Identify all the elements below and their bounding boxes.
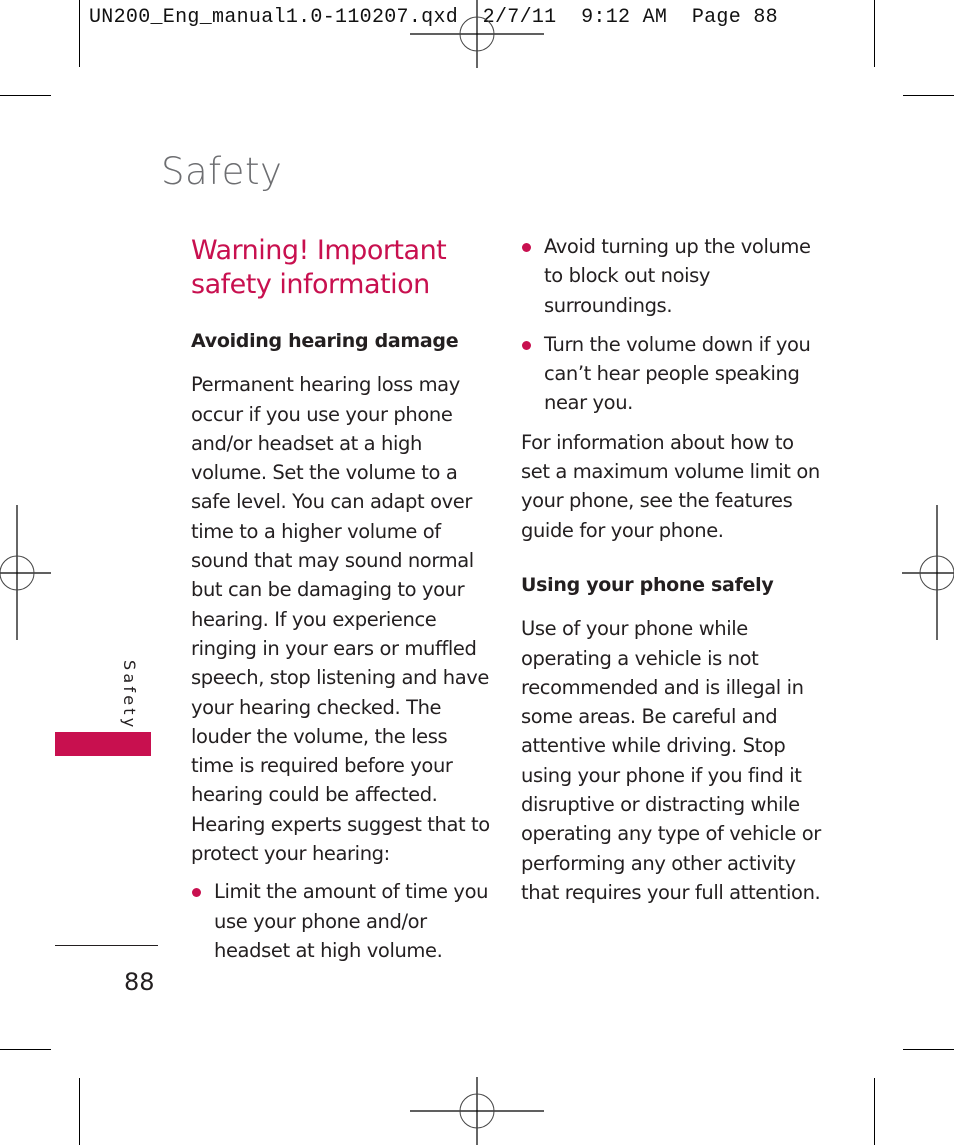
side-tab-label: Safety — [113, 660, 139, 731]
registration-mark-bottom — [410, 1077, 544, 1145]
page-number: 88 — [124, 968, 155, 996]
bullet-icon — [192, 888, 201, 898]
hearing-paragraph: Permanent hearing loss may occur if you … — [191, 373, 490, 866]
bullet-icon — [522, 340, 531, 350]
crop-mark-top-left-horizontal — [0, 95, 51, 96]
section-heading: Warning! Important safety information — [191, 234, 447, 302]
crop-mark-top-right-horizontal — [903, 95, 954, 96]
right-column: Avoid turning up the volume to block out… — [521, 232, 821, 907]
slug-filename: UN200_Eng_manual1.0-110207.qxd — [89, 6, 459, 29]
side-tab-text: Safety — [120, 660, 139, 731]
crop-mark-bottom-left-horizontal — [0, 1049, 51, 1050]
side-tab-bar — [55, 732, 151, 756]
registration-mark-top — [410, 0, 544, 68]
volume-limit-paragraph: For information about how to set a maxim… — [521, 430, 820, 542]
bullet-icon — [522, 243, 531, 252]
section-heading-line-2: safety information — [191, 269, 430, 300]
page-title: Safety — [161, 150, 283, 193]
crop-mark-bottom-right-vertical — [874, 1078, 875, 1145]
list-item: Avoid turning up the volume to block out… — [521, 232, 821, 320]
registration-mark-left — [0, 505, 51, 640]
crop-mark-bottom-right-horizontal — [903, 1049, 954, 1050]
crop-mark-top-left-vertical — [79, 0, 80, 67]
subheading-hearing: Avoiding hearing damage — [191, 330, 459, 352]
crop-mark-bottom-left-vertical — [79, 1078, 80, 1145]
list-item: Limit the amount of time you use your ph… — [191, 877, 491, 965]
left-column: Avoiding hearing damage Permanent hearin… — [191, 327, 491, 975]
bullet-text: Limit the amount of time you use your ph… — [214, 880, 489, 962]
hearing-bullets-right: Avoid turning up the volume to block out… — [521, 232, 821, 418]
registration-mark-right — [902, 505, 954, 640]
list-item: Turn the volume down if you can’t hear p… — [521, 330, 821, 418]
section-heading-line-1: Warning! Important — [191, 235, 447, 266]
slug-page: Page 88 — [691, 6, 778, 29]
bullet-text: Turn the volume down if you can’t hear p… — [544, 332, 811, 415]
slug-time: 9:12 AM — [581, 6, 668, 29]
subheading-driving: Using your phone safely — [521, 573, 774, 596]
footer-rule — [55, 945, 158, 946]
bullet-text: Avoid turning up the volume to block out… — [544, 235, 811, 317]
crop-mark-top-right-vertical — [874, 0, 875, 67]
hearing-bullets-left: Limit the amount of time you use your ph… — [191, 877, 491, 965]
driving-paragraph: Use of your phone while operating a vehi… — [521, 617, 821, 904]
